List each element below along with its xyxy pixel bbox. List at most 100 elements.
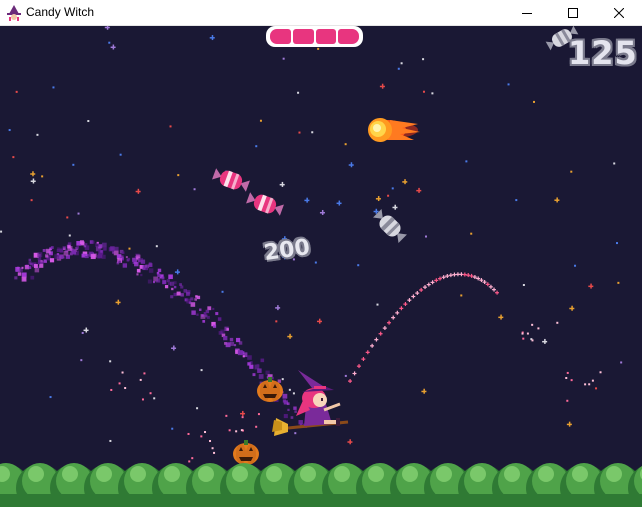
sparkle [293,406,297,410]
sparkle [426,282,431,287]
star [135,188,141,194]
sparkle [526,332,529,335]
star [221,290,224,293]
sparkle [162,280,167,285]
sparkle [494,290,499,295]
sparkle [238,341,243,345]
maximize-button[interactable] [550,0,596,26]
sparkle [122,263,128,268]
sparkle [76,245,79,249]
sparkle [49,258,55,263]
star [171,345,177,351]
sparkle [213,451,216,454]
sparkle [37,261,41,265]
star [72,163,75,166]
sparkle [147,279,152,284]
sparkle [252,373,256,377]
game-scene [0,26,642,507]
sparkle [220,329,225,334]
sparkle [95,243,100,248]
sparkle [139,378,142,381]
star [391,187,394,190]
star [348,162,354,168]
star [566,421,572,427]
pink-candy-icon [212,168,250,192]
sparkle [247,355,252,360]
close-button[interactable] [596,0,642,26]
star [392,204,398,210]
sparkle [206,315,210,319]
sparkle [143,372,146,375]
sparkle [56,252,60,256]
sparkle [187,432,190,435]
star [174,269,180,275]
star [311,131,314,134]
sparkle [62,256,65,259]
sparkle [290,416,294,419]
sparkle [237,350,243,356]
sparkle [430,280,435,285]
sparkle [30,275,35,280]
star [542,338,548,344]
health-segment [338,29,359,44]
sparkle [395,310,400,315]
sparkle [188,301,192,304]
star [177,174,180,177]
sparkle [40,260,43,263]
sparkle [140,259,146,264]
sparkle [110,388,113,391]
star [507,83,510,86]
sparkle [67,241,72,246]
sparkle [50,246,54,250]
close-icon [614,8,624,18]
health-segment [270,29,291,44]
sparkle [352,371,357,376]
star [522,283,525,286]
sparkle [142,267,146,271]
star [119,153,122,156]
star [570,170,573,173]
game-canvas[interactable]: 125 200 [0,26,642,507]
star [288,388,291,391]
sparkle [136,268,141,273]
maximize-icon [568,8,578,18]
window-titlebar: Candy Witch [0,0,642,26]
sparkle [240,429,243,432]
sparkle [203,311,207,315]
sparkle [225,414,228,417]
sparkle [356,364,361,369]
health-bar [266,26,363,47]
sparkle [212,324,217,328]
star [397,67,400,70]
star [30,178,36,184]
sparkle [211,447,214,450]
star [344,143,347,146]
star [87,120,90,123]
sparkle [455,272,460,277]
sparkle [257,413,260,416]
star [375,196,381,202]
sparkle [103,247,107,251]
sparkle [242,355,245,358]
sparkle [101,242,107,248]
sparkle [191,457,194,460]
star [104,26,110,30]
minimize-button[interactable] [504,0,550,26]
star [574,264,577,267]
sparkle [100,250,103,253]
health-segment [315,29,337,44]
sparkle [249,364,253,368]
sparkle [225,342,231,348]
sparkle [97,255,101,259]
sparkle [223,335,228,341]
star [275,305,281,311]
sparkle [28,258,32,262]
sparkle [294,410,297,413]
sparkle [121,251,125,255]
star [498,314,504,320]
sparkle [584,383,587,386]
sparkle [434,278,439,283]
sparkle [127,257,131,261]
sparkle [229,337,234,342]
sparkle [422,285,427,290]
